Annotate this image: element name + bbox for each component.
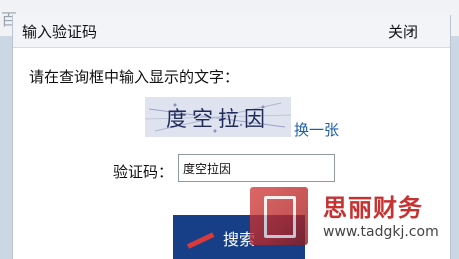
- watermark-name: 思丽财务: [323, 194, 423, 222]
- refresh-captcha-link[interactable]: 换一张: [294, 119, 339, 140]
- captcha-code-input[interactable]: [178, 154, 335, 182]
- watermark-logo: [250, 187, 308, 245]
- dialog-header: 输入验证码 关闭: [13, 15, 450, 48]
- captcha-prompt: 请在查询框中输入显示的文字：: [29, 68, 240, 86]
- watermark-url: www.tadgkj.com: [323, 224, 439, 240]
- watermark: 思丽财务 www.tadgkj.com: [250, 187, 455, 245]
- captcha-image: 度空拉因: [145, 97, 291, 137]
- watermark-logo-mark: [264, 196, 296, 238]
- close-button[interactable]: 关闭: [388, 21, 418, 42]
- code-label: 验证码：: [113, 163, 174, 181]
- captcha-text: 度空拉因: [166, 107, 270, 131]
- dialog-title: 输入验证码: [22, 23, 98, 41]
